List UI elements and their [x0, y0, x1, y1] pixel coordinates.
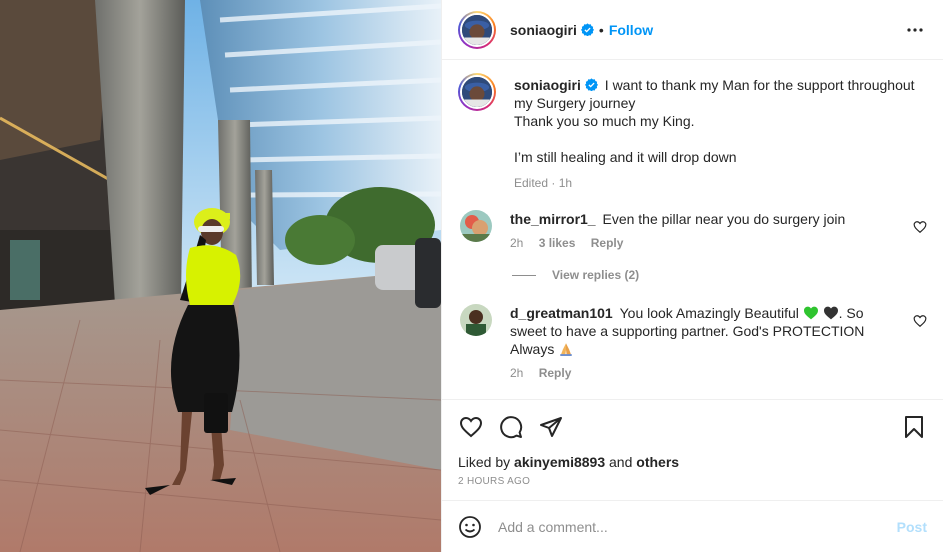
comment-text: d_greatman101 You look Amazingly Beautif… — [510, 304, 897, 358]
comments-section[interactable]: soniaogiri I want to thank my Man for th… — [442, 61, 943, 399]
comment-glyph — [500, 416, 523, 439]
post-modal: soniaogiri • Follow soniaogiri I want to… — [0, 0, 943, 552]
avatar-picture — [460, 210, 492, 242]
black-heart-icon — [823, 306, 838, 320]
emoji-picker-icon[interactable] — [458, 515, 482, 539]
heart-icon[interactable] — [458, 414, 484, 440]
comment-item: d_greatman101 You look Amazingly Beautif… — [458, 304, 927, 380]
comment-icon[interactable] — [498, 414, 524, 440]
caption-username[interactable]: soniaogiri — [514, 77, 581, 93]
caption-line: I want to thank my Man for the support t… — [604, 77, 915, 93]
replies-divider — [512, 274, 536, 276]
comment-username[interactable]: the_mirror1_ — [510, 211, 596, 227]
heart-glyph — [459, 416, 483, 438]
bookmark-icon[interactable] — [901, 414, 927, 440]
view-replies-label: View replies (2) — [552, 268, 640, 282]
share-glyph — [540, 417, 562, 437]
post-photo[interactable] — [0, 0, 441, 552]
comment-meta: 2h 3 likes Reply — [510, 236, 897, 250]
comment-item: the_mirror1_ Even the pillar near you do… — [458, 210, 927, 250]
liked-by-user[interactable]: akinyemi8893 — [514, 454, 605, 470]
comment-body: Even the pillar near you do surgery join — [602, 211, 846, 227]
ellipsis-glyph — [907, 27, 923, 32]
post-timestamp[interactable]: 2 HOURS AGO — [458, 476, 927, 487]
verified-badge-icon — [584, 78, 598, 91]
like-comment-heart-icon[interactable] — [913, 314, 927, 328]
action-icons-row — [458, 400, 927, 454]
liked-by: Liked by akinyemi8893 and others — [458, 454, 927, 470]
reply-button[interactable]: Reply — [591, 236, 624, 250]
comment-time: 2h — [510, 236, 524, 250]
avatar-picture — [462, 14, 492, 45]
caption-line: Thank you so much my King. — [514, 113, 695, 129]
caption-avatar[interactable] — [458, 73, 496, 111]
share-icon[interactable] — [538, 414, 564, 440]
author-username[interactable]: soniaogiri — [510, 22, 577, 38]
post-image — [0, 0, 441, 552]
avatar-image — [460, 75, 494, 109]
commenter-avatar[interactable] — [460, 304, 492, 336]
reply-button[interactable]: Reply — [539, 366, 572, 380]
comment-username[interactable]: d_greatman101 — [510, 305, 613, 321]
comment-time: 2h — [510, 366, 524, 380]
liked-by-and: and — [609, 454, 633, 470]
comment-body: You look Amazingly Beautiful — [619, 305, 799, 321]
green-heart-icon — [803, 306, 818, 320]
caption-meta: Edited · 1h — [514, 176, 573, 190]
like-comment-heart-icon[interactable] — [913, 220, 927, 234]
folded-hands-icon — [560, 343, 572, 356]
more-options-icon[interactable] — [903, 18, 927, 42]
add-comment-input[interactable] — [498, 518, 889, 535]
author-avatar[interactable] — [458, 10, 496, 49]
post-header: soniaogiri • Follow — [442, 0, 943, 60]
comment-text: the_mirror1_ Even the pillar near you do… — [510, 210, 897, 228]
add-comment-bar: Post — [442, 500, 943, 552]
follow-button[interactable]: Follow — [609, 22, 653, 38]
caption: soniaogiri I want to thank my Man for th… — [458, 61, 927, 190]
post-comment-button[interactable]: Post — [897, 519, 927, 535]
avatar-picture — [460, 304, 492, 336]
view-replies-button[interactable]: View replies (2) — [512, 268, 927, 282]
liked-by-prefix: Liked by — [458, 454, 511, 470]
commenter-avatar[interactable] — [460, 210, 492, 242]
avatar-picture — [462, 77, 492, 107]
caption-line: my Surgery journey — [514, 95, 636, 111]
header-separator: • — [598, 21, 604, 38]
comment-likes[interactable]: 3 likes — [539, 236, 576, 250]
post-side-panel: soniaogiri • Follow soniaogiri I want to… — [441, 0, 943, 552]
verified-badge-icon — [580, 23, 594, 36]
bookmark-glyph — [905, 416, 923, 438]
avatar-image — [460, 12, 494, 47]
caption-line: I’m still healing and it will drop down — [514, 149, 737, 165]
comment-meta: 2h Reply — [510, 366, 897, 380]
liked-by-others[interactable]: others — [636, 454, 679, 470]
post-actions: Liked by akinyemi8893 and others 2 HOURS… — [442, 399, 943, 487]
caption-text: soniaogiri I want to thank my Man for th… — [514, 76, 927, 166]
